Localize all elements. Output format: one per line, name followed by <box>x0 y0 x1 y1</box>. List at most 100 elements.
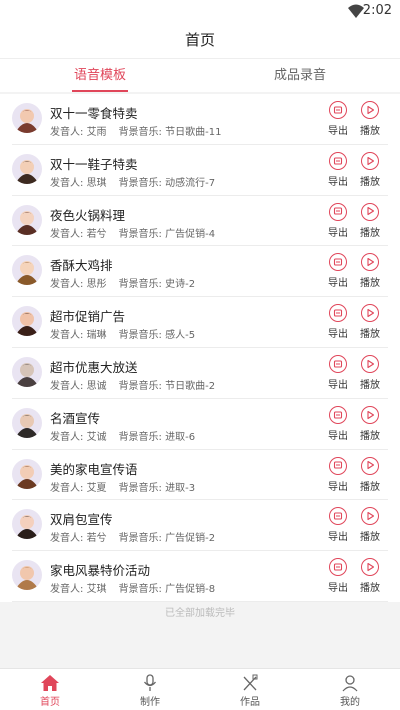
page-title: 首页 <box>184 31 215 49</box>
music-prefix: 背景音乐: <box>118 431 162 443</box>
template-meta: 发音人: 艾诚 背景音乐: 进取-6 <box>50 428 195 443</box>
template-meta: 发音人: 瑞琳 背景音乐: 感人-5 <box>50 326 195 341</box>
speaker-prefix: 发音人: <box>50 380 84 392</box>
play-button[interactable]: 播放 <box>356 558 384 594</box>
pencil-ruler-icon <box>243 674 258 691</box>
play-label: 播放 <box>360 278 380 290</box>
music-name: 动感流行-7 <box>165 177 216 189</box>
export-button[interactable]: 导出 <box>324 202 352 239</box>
template-meta: 发音人: 艾夏 背景音乐: 进取-3 <box>50 479 195 494</box>
tab-voice-templates[interactable]: 语音模板 <box>0 59 200 92</box>
template-row[interactable]: 双肩包宣传 发音人: 若兮 背景音乐: 广告促销-2 导出 播放 <box>12 500 388 552</box>
export-button[interactable]: 导出 <box>324 354 352 391</box>
tab-finished-recordings[interactable]: 成品录音 <box>200 59 400 92</box>
speaker-name: 艾诚 <box>86 431 107 443</box>
play-label: 播放 <box>360 329 380 341</box>
play-icon <box>361 202 379 221</box>
export-button[interactable]: 导出 <box>324 456 352 493</box>
nav-home-label: 首页 <box>40 697 60 708</box>
play-label: 播放 <box>360 227 380 239</box>
template-title: 美的家电宣传语 <box>50 461 138 477</box>
play-button[interactable]: 播放 <box>356 456 384 493</box>
export-button[interactable]: 导出 <box>324 304 352 340</box>
template-title: 名酒宣传 <box>50 410 101 426</box>
export-button[interactable]: 导出 <box>324 101 352 137</box>
template-row[interactable]: 名酒宣传发音人: 艾诚 背景音乐: 进取-6 导出 播放 <box>12 399 388 450</box>
template-row[interactable]: 美的家电宣传语发音人: 艾夏 背景音乐: 进取-3 导出 播放 <box>12 450 388 501</box>
play-button[interactable]: 播放 <box>356 354 384 391</box>
music-name: 广告促销-4 <box>165 228 216 240</box>
play-button[interactable]: 播放 <box>356 253 384 289</box>
speaker-name: 艾雨 <box>86 127 107 138</box>
template-title: 家电风暴特价活动 <box>50 563 151 579</box>
export-icon <box>329 405 347 424</box>
music-prefix: 背景音乐: <box>118 330 162 342</box>
avatar <box>12 204 42 235</box>
export-icon <box>329 558 347 577</box>
music-prefix: 背景音乐: <box>118 533 162 545</box>
play-button[interactable]: 播放 <box>356 101 384 137</box>
template-title: 超市优惠大放送 <box>50 359 138 375</box>
play-icon <box>361 456 379 475</box>
template-meta: 发音人: 若兮 背景音乐: 广告促销-2 <box>50 529 215 544</box>
nav-me-label: 我的 <box>340 697 360 708</box>
export-icon <box>329 151 347 170</box>
export-label: 导出 <box>328 379 348 391</box>
play-label: 播放 <box>360 430 380 442</box>
bottom-nav: 首页 制作 作品 我的 <box>0 668 400 710</box>
speaker-prefix: 发音人: <box>50 431 84 443</box>
nav-home[interactable]: 首页 <box>0 669 100 710</box>
template-row[interactable]: 超市优惠大放送发音人: 思诚 背景音乐: 节日歌曲-2 导出 播放 <box>12 348 388 399</box>
export-button[interactable]: 导出 <box>324 558 352 594</box>
play-label: 播放 <box>360 379 380 391</box>
music-prefix: 背景音乐: <box>118 380 162 392</box>
music-prefix: 背景音乐: <box>118 177 162 189</box>
home-icon <box>41 675 59 691</box>
export-button[interactable]: 导出 <box>324 253 352 289</box>
speaker-name: 艾夏 <box>86 482 107 494</box>
nav-create[interactable]: 制作 <box>100 669 200 710</box>
music-name: 节日歌曲-2 <box>165 380 216 392</box>
template-row[interactable]: 双十一鞋子特卖发音人: 思琪 背景音乐: 动感流行-7 导出 播放 <box>12 145 388 196</box>
template-row[interactable]: 家电风暴特价活动 发音人: 艾琪 背景音乐: 广告促销-8 导出 播放 <box>12 551 388 602</box>
template-title: 香酥大鸡排 <box>50 258 113 274</box>
play-button[interactable]: 播放 <box>356 304 384 340</box>
music-prefix: 背景音乐: <box>118 584 162 596</box>
export-label: 导出 <box>328 329 348 341</box>
export-label: 导出 <box>328 176 348 188</box>
music-prefix: 背景音乐: <box>118 127 162 138</box>
play-button[interactable]: 播放 <box>356 507 384 543</box>
export-button[interactable]: 导出 <box>324 405 352 442</box>
avatar <box>12 153 42 184</box>
speaker-prefix: 发音人: <box>50 228 84 240</box>
play-icon <box>361 101 379 119</box>
play-label: 播放 <box>360 176 380 188</box>
template-row[interactable]: 超市促销广告 发音人: 瑞琳 背景音乐: 感人-5 导出 播放 <box>12 297 388 348</box>
music-name: 史诗-2 <box>165 279 196 291</box>
speaker-prefix: 发音人: <box>50 584 84 596</box>
status-time: 2:02 <box>362 3 392 18</box>
nav-works[interactable]: 作品 <box>200 669 300 710</box>
speaker-name: 思诚 <box>86 380 107 392</box>
template-row[interactable]: 双十一零食特卖 发音人: 艾雨 背景音乐: 节日歌曲-11 导出 播放 <box>12 94 388 145</box>
template-title: 双十一鞋子特卖 <box>50 156 138 172</box>
template-row[interactable]: 香酥大鸡排 发音人: 思彤 背景音乐: 史诗-2 导出 播放 <box>12 246 388 298</box>
nav-me[interactable]: 我的 <box>300 669 400 710</box>
play-button[interactable]: 播放 <box>356 151 384 188</box>
export-label: 导出 <box>328 481 348 493</box>
export-button[interactable]: 导出 <box>324 151 352 188</box>
nav-works-label: 作品 <box>240 697 260 708</box>
user-icon <box>342 675 358 692</box>
template-meta: 发音人: 若兮 背景音乐: 广告促销-4 <box>50 225 215 240</box>
speaker-prefix: 发音人: <box>50 177 84 189</box>
music-name: 广告促销-2 <box>165 533 216 545</box>
speaker-name: 思琪 <box>86 177 107 189</box>
play-label: 播放 <box>360 532 380 544</box>
play-button[interactable]: 播放 <box>356 202 384 239</box>
music-name: 广告促销-8 <box>165 584 216 596</box>
play-button[interactable]: 播放 <box>356 405 384 442</box>
music-prefix: 背景音乐: <box>118 482 162 494</box>
music-name: 感人-5 <box>165 330 196 342</box>
template-row[interactable]: 夜色火锅料理 发音人: 若兮 背景音乐: 广告促销-4 导出 播放 <box>12 196 388 247</box>
export-button[interactable]: 导出 <box>324 507 352 543</box>
